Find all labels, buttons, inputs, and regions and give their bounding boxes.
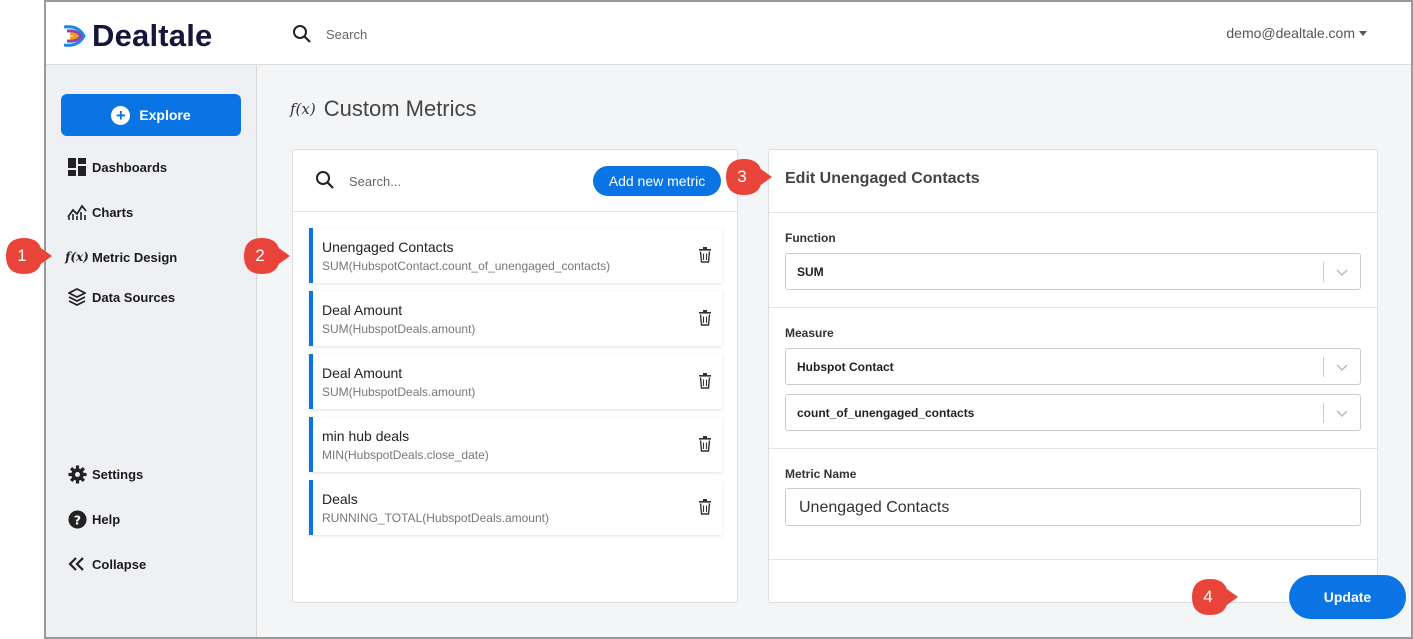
metric-name: min hub deals bbox=[322, 428, 410, 444]
function-select[interactable]: SUM bbox=[785, 253, 1361, 290]
callout-marker-3: 3 bbox=[724, 157, 772, 197]
sidebar-item-label: Collapse bbox=[92, 556, 147, 572]
main-content: f(x) Custom Metrics Search... Add new me… bbox=[258, 65, 1411, 637]
measure-source-select[interactable]: Hubspot Contact bbox=[785, 348, 1361, 385]
edit-panel-title: Edit Unengaged Contacts bbox=[785, 170, 980, 187]
sidebar-item-label: Charts bbox=[92, 204, 134, 220]
global-search[interactable]: Search bbox=[292, 24, 367, 44]
chevron-down-icon bbox=[1336, 364, 1348, 372]
sidebar-item-dashboards[interactable]: Dashboards bbox=[67, 157, 167, 177]
divider bbox=[769, 307, 1377, 308]
function-label: Function bbox=[785, 231, 836, 245]
trash-icon[interactable] bbox=[698, 436, 712, 452]
dashboard-icon bbox=[67, 157, 87, 177]
trash-icon[interactable] bbox=[698, 499, 712, 515]
function-select-value: SUM bbox=[797, 265, 824, 279]
metric-list-item[interactable]: min hub deals MIN(HubspotDeals.close_dat… bbox=[309, 417, 722, 472]
measure-label: Measure bbox=[785, 326, 834, 340]
metric-list-item[interactable]: Deal Amount SUM(HubspotDeals.amount) bbox=[309, 354, 722, 409]
sidebar: + Explore Dashboards Charts f(x) Metric … bbox=[46, 65, 257, 637]
metrics-list-panel: Search... Add new metric Unengaged Conta… bbox=[292, 149, 738, 603]
function-icon: f(x) bbox=[65, 250, 89, 264]
help-icon: ? bbox=[67, 509, 87, 529]
select-divider bbox=[1323, 262, 1324, 282]
select-divider bbox=[1323, 357, 1324, 377]
layers-icon bbox=[67, 287, 87, 307]
dealtale-logo[interactable]: Dealtale bbox=[62, 18, 213, 54]
metric-formula: SUM(HubspotDeals.amount) bbox=[322, 322, 476, 336]
sidebar-item-help[interactable]: ? Help bbox=[67, 509, 120, 529]
chart-icon bbox=[67, 202, 87, 222]
divider bbox=[769, 559, 1377, 560]
logo-text: Dealtale bbox=[92, 18, 213, 53]
measure-field-select[interactable]: count_of_unengaged_contacts bbox=[785, 394, 1361, 431]
callout-marker-2: 2 bbox=[242, 236, 290, 276]
explore-button[interactable]: + Explore bbox=[61, 94, 241, 136]
sidebar-item-label: Settings bbox=[92, 466, 144, 482]
metric-name-label: Metric Name bbox=[785, 467, 857, 481]
callout-marker-4: 4 bbox=[1190, 577, 1238, 617]
plus-circle-icon: + bbox=[111, 105, 131, 125]
gear-icon bbox=[67, 464, 87, 484]
sidebar-item-label: Metric Design bbox=[92, 249, 178, 265]
sidebar-item-metric-design[interactable]: f(x) Metric Design bbox=[65, 247, 178, 267]
chevron-down-icon bbox=[1336, 269, 1348, 277]
explore-label: Explore bbox=[139, 107, 191, 123]
trash-icon[interactable] bbox=[698, 373, 712, 389]
metric-formula: SUM(HubspotContact.count_of_unengaged_co… bbox=[322, 259, 611, 273]
search-input[interactable]: Search bbox=[326, 27, 367, 42]
measure-source-value: Hubspot Contact bbox=[797, 360, 894, 374]
chevron-down-icon bbox=[1336, 410, 1348, 418]
callout-number: 1 bbox=[17, 246, 27, 265]
page-title-text: Custom Metrics bbox=[323, 96, 477, 121]
sidebar-item-settings[interactable]: Settings bbox=[67, 464, 143, 484]
svg-text:?: ? bbox=[73, 513, 80, 527]
caret-down-icon bbox=[1359, 30, 1367, 36]
search-icon bbox=[293, 25, 311, 43]
metric-name: Deals bbox=[322, 491, 358, 507]
sidebar-item-label: Help bbox=[92, 511, 121, 527]
callout-number: 4 bbox=[1203, 587, 1213, 606]
metrics-list-header: Search... Add new metric bbox=[293, 150, 737, 212]
function-icon: f(x) bbox=[290, 100, 316, 118]
metric-formula: RUNNING_TOTAL(HubspotDeals.amount) bbox=[322, 511, 549, 525]
sidebar-item-charts[interactable]: Charts bbox=[67, 202, 133, 222]
metric-formula: SUM(HubspotDeals.amount) bbox=[322, 385, 476, 399]
callout-number: 3 bbox=[737, 167, 747, 186]
edit-metric-panel: Edit Unengaged Contacts Function SUM Mea… bbox=[768, 149, 1378, 603]
add-new-metric-button[interactable]: Add new metric bbox=[593, 166, 721, 196]
page-title: f(x) Custom Metrics bbox=[290, 96, 477, 122]
metric-name-input[interactable]: Unengaged Contacts bbox=[785, 488, 1361, 526]
collapse-icon bbox=[67, 554, 87, 574]
metric-name: Unengaged Contacts bbox=[322, 239, 454, 255]
callout-marker-1: 1 bbox=[4, 236, 52, 276]
metric-list-item[interactable]: Deals RUNNING_TOTAL(HubspotDeals.amount) bbox=[309, 480, 722, 535]
sidebar-item-collapse[interactable]: Collapse bbox=[67, 554, 146, 574]
metric-name: Deal Amount bbox=[322, 365, 403, 381]
sidebar-item-label: Dashboards bbox=[92, 159, 168, 175]
metric-formula: MIN(HubspotDeals.close_date) bbox=[322, 448, 489, 462]
sidebar-item-data-sources[interactable]: Data Sources bbox=[67, 287, 175, 307]
measure-field-value: count_of_unengaged_contacts bbox=[797, 406, 975, 420]
callout-number: 2 bbox=[255, 246, 265, 265]
user-menu[interactable]: demo@dealtale.com bbox=[1226, 25, 1367, 41]
app-window: Dealtale Search demo@dealtale.com + Expl… bbox=[44, 0, 1413, 639]
divider bbox=[769, 212, 1377, 213]
metric-name-input-value: Unengaged Contacts bbox=[799, 499, 950, 516]
trash-icon[interactable] bbox=[698, 310, 712, 326]
metric-list-item[interactable]: Deal Amount SUM(HubspotDeals.amount) bbox=[309, 291, 722, 346]
search-icon bbox=[316, 171, 334, 189]
metric-search-input[interactable]: Search... bbox=[349, 174, 401, 189]
metric-list-item[interactable]: Unengaged Contacts SUM(HubspotContact.co… bbox=[309, 228, 722, 283]
select-divider bbox=[1323, 403, 1324, 423]
top-bar: Dealtale Search demo@dealtale.com bbox=[46, 2, 1411, 65]
metric-name: Deal Amount bbox=[322, 302, 403, 318]
update-button[interactable]: Update bbox=[1289, 575, 1406, 619]
logo-mark-icon bbox=[63, 25, 86, 47]
sidebar-item-label: Data Sources bbox=[92, 289, 176, 305]
user-email: demo@dealtale.com bbox=[1226, 25, 1355, 41]
trash-icon[interactable] bbox=[698, 247, 712, 263]
divider bbox=[769, 448, 1377, 449]
